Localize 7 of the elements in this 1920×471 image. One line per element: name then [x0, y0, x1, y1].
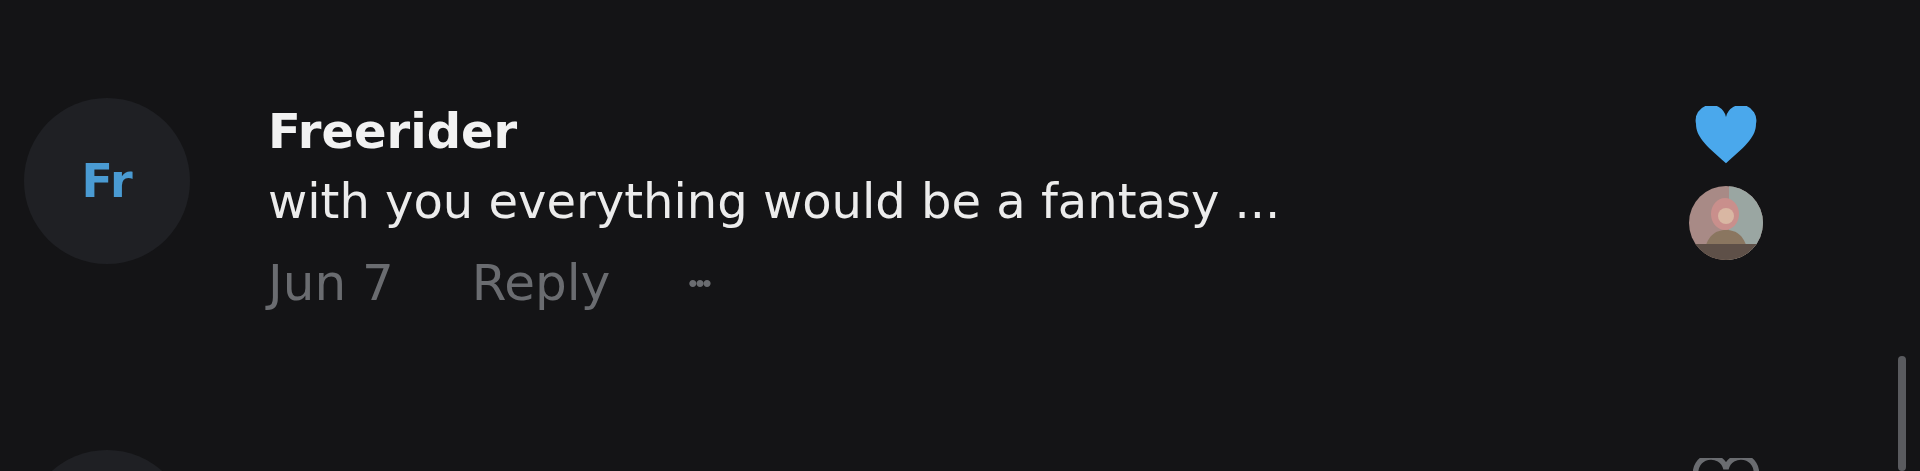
comment-author: Freerider: [268, 102, 519, 161]
more-button[interactable]: •••: [688, 267, 710, 299]
reply-link[interactable]: Reply: [471, 254, 611, 312]
avatar[interactable]: Fr: [24, 98, 190, 264]
heart-icon[interactable]: [1693, 106, 1759, 166]
comment-text: with you everything would be a fantasy ...: [268, 172, 1282, 231]
scrollbar[interactable]: [1898, 356, 1906, 471]
